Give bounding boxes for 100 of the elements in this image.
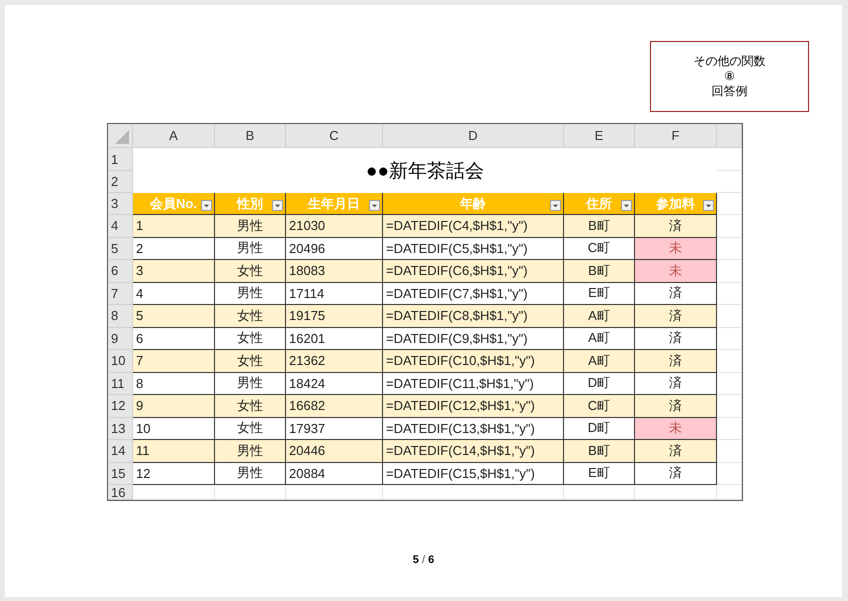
- table-cell: A町: [564, 328, 635, 350]
- table-cell: 5: [133, 305, 215, 328]
- row-header[interactable]: 1: [108, 148, 133, 171]
- filter-button[interactable]: [201, 200, 212, 211]
- table-cell: =DATEDIF(C5,$H$1,"y"): [383, 238, 564, 260]
- title-line: その他の関数: [694, 54, 766, 69]
- page-number: 5 / 6: [412, 554, 434, 566]
- table-cell: =DATEDIF(C15,$H$1,"y"): [383, 462, 564, 485]
- row-header[interactable]: 8: [108, 305, 133, 328]
- table-header-cell: 性別: [215, 193, 286, 215]
- column-header[interactable]: D: [383, 124, 564, 148]
- table-cell: =DATEDIF(C12,$H$1,"y"): [383, 395, 564, 418]
- table-cell: 18424: [286, 372, 383, 395]
- table-cell: 済: [635, 328, 717, 350]
- row-header[interactable]: 13: [108, 418, 133, 440]
- row-header[interactable]: 15: [108, 462, 133, 485]
- caret-icon: [705, 202, 712, 209]
- table-cell: 1: [133, 215, 215, 238]
- table-cell: 11: [133, 440, 215, 462]
- table-cell: 21030: [286, 215, 383, 238]
- empty-cell: [564, 485, 635, 500]
- table-cell: 20884: [286, 462, 383, 485]
- row-header[interactable]: 4: [108, 215, 133, 238]
- caret-icon: [623, 202, 630, 209]
- row-header[interactable]: 11: [108, 372, 133, 395]
- row-header[interactable]: 3: [108, 193, 133, 215]
- table-cell: 済: [635, 440, 717, 462]
- table-cell: =DATEDIF(C10,$H$1,"y"): [383, 350, 564, 372]
- caret-icon: [371, 202, 378, 209]
- table-cell: 17114: [286, 282, 383, 305]
- filter-button[interactable]: [272, 200, 283, 211]
- table-cell: =DATEDIF(C13,$H$1,"y"): [383, 418, 564, 440]
- table-cell: 女性: [215, 305, 286, 328]
- table-cell: C町: [564, 238, 635, 260]
- column-header[interactable]: A: [133, 124, 215, 148]
- caret-icon: [203, 202, 210, 209]
- table-cell: 済: [635, 282, 717, 305]
- filter-button[interactable]: [550, 200, 561, 211]
- table-cell: 12: [133, 462, 215, 485]
- table-header-cell: 参加料: [635, 193, 717, 215]
- table-cell: C町: [564, 395, 635, 418]
- table-cell: 16682: [286, 395, 383, 418]
- table-cell: =DATEDIF(C11,$H$1,"y"): [383, 372, 564, 395]
- table-cell: 女性: [215, 260, 286, 282]
- filter-button[interactable]: [369, 200, 380, 211]
- table-cell: 済: [635, 215, 717, 238]
- row-header[interactable]: 16: [108, 485, 133, 500]
- triangle-icon: [115, 130, 129, 144]
- table-cell: 6: [133, 328, 215, 350]
- table-cell: 16201: [286, 328, 383, 350]
- empty-cell: [215, 485, 286, 500]
- table-header-cell: 会員No.: [133, 193, 215, 215]
- empty-cell: [717, 171, 742, 193]
- caret-icon: [274, 202, 281, 209]
- table-cell: 7: [133, 350, 215, 372]
- title-line: 回答例: [712, 84, 748, 99]
- column-header[interactable]: C: [286, 124, 383, 148]
- table-cell: 女性: [215, 418, 286, 440]
- table-cell: 済: [635, 462, 717, 485]
- table-cell: 2: [133, 238, 215, 260]
- row-header[interactable]: 9: [108, 328, 133, 350]
- table-cell: 未: [635, 418, 717, 440]
- table-cell: 10: [133, 418, 215, 440]
- table-cell: 18083: [286, 260, 383, 282]
- table-cell: 未: [635, 238, 717, 260]
- table-cell: 男性: [215, 440, 286, 462]
- table-cell: 17937: [286, 418, 383, 440]
- table-cell: B町: [564, 260, 635, 282]
- filter-button[interactable]: [621, 200, 632, 211]
- table-cell: 済: [635, 372, 717, 395]
- row-header[interactable]: 5: [108, 238, 133, 260]
- column-header[interactable]: E: [564, 124, 635, 148]
- table-cell: 男性: [215, 215, 286, 238]
- row-header[interactable]: 12: [108, 395, 133, 418]
- row-header[interactable]: 10: [108, 350, 133, 372]
- empty-cell: [717, 148, 742, 171]
- filter-button[interactable]: [703, 200, 714, 211]
- table-cell: E町: [564, 462, 635, 485]
- column-header[interactable]: F: [635, 124, 717, 148]
- table-cell: =DATEDIF(C7,$H$1,"y"): [383, 282, 564, 305]
- table-cell: 20496: [286, 238, 383, 260]
- row-header[interactable]: 7: [108, 282, 133, 305]
- table-cell: 8: [133, 372, 215, 395]
- row-header[interactable]: 14: [108, 440, 133, 462]
- table-cell: 20446: [286, 440, 383, 462]
- column-header[interactable]: B: [215, 124, 286, 148]
- table-cell: 女性: [215, 395, 286, 418]
- row-header[interactable]: 2: [108, 171, 133, 193]
- table-cell: D町: [564, 372, 635, 395]
- table-cell: 済: [635, 395, 717, 418]
- row-header[interactable]: 6: [108, 260, 133, 282]
- table-cell: 未: [635, 260, 717, 282]
- table-cell: 済: [635, 350, 717, 372]
- table-cell: 4: [133, 282, 215, 305]
- table-header-cell: 住所: [564, 193, 635, 215]
- table-header-cell: 年齢: [383, 193, 564, 215]
- table-cell: A町: [564, 350, 635, 372]
- table-cell: =DATEDIF(C4,$H$1,"y"): [383, 215, 564, 238]
- table-cell: 男性: [215, 462, 286, 485]
- sheet-title: ●●新年茶話会: [366, 160, 484, 184]
